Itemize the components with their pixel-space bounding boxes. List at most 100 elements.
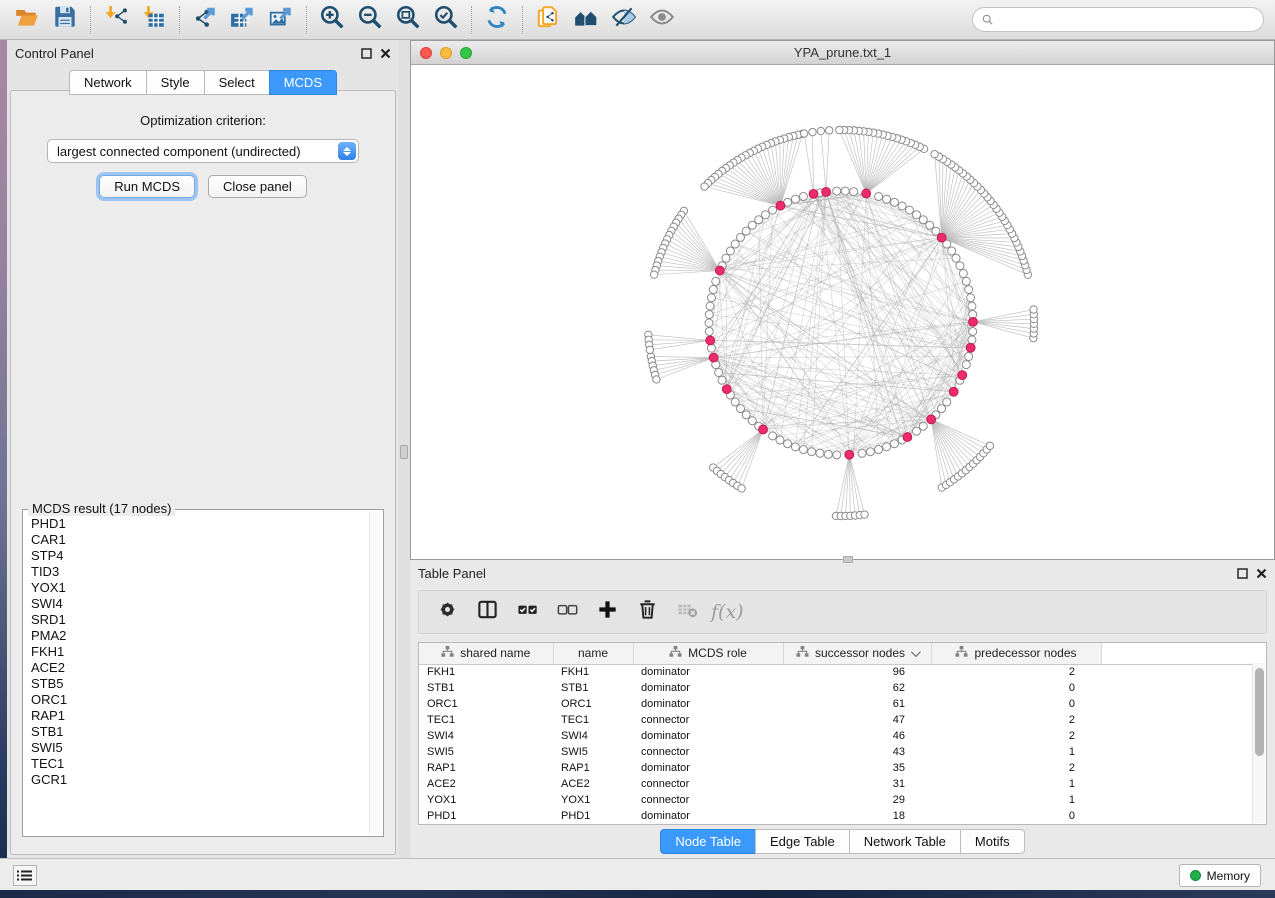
minimize-window-icon[interactable]: [440, 47, 452, 59]
application-window: Control Panel NetworkStyleSelectMCDS Opt…: [0, 0, 1275, 898]
search-input[interactable]: [998, 10, 1254, 30]
tab-select[interactable]: Select: [204, 70, 269, 95]
vertical-splitter[interactable]: [399, 40, 410, 858]
tab-network[interactable]: Network: [69, 70, 146, 95]
hide-selected-button[interactable]: [605, 3, 643, 37]
column-header-predecessor-nodes[interactable]: predecessor nodes: [931, 643, 1101, 664]
close-window-icon[interactable]: [420, 47, 432, 59]
mcds-node-item[interactable]: ORC1: [31, 692, 381, 708]
open-file-button[interactable]: [8, 3, 46, 37]
column-header-MCDS-role[interactable]: MCDS role: [633, 643, 783, 664]
deselect-all-button[interactable]: [549, 595, 585, 629]
table-row[interactable]: TEC1TEC1connector472: [419, 712, 1263, 728]
table-row[interactable]: FKH1FKH1dominator962: [419, 664, 1263, 680]
column-header-shared-name[interactable]: shared name: [419, 643, 553, 664]
table-row[interactable]: ACE2ACE2connector311: [419, 776, 1263, 792]
tab-motifs[interactable]: Motifs: [960, 829, 1025, 854]
tab-mcds[interactable]: MCDS: [269, 70, 337, 95]
cell: 1: [931, 744, 1101, 760]
mcds-node-item[interactable]: SWI4: [31, 596, 381, 612]
maximize-window-icon[interactable]: [460, 47, 472, 59]
mcds-node-item[interactable]: CAR1: [31, 532, 381, 548]
clone-network-button[interactable]: [529, 3, 567, 37]
table-x-icon: [676, 598, 699, 626]
horizontal-splitter-grip[interactable]: [843, 556, 853, 563]
close-panel-icon[interactable]: [380, 48, 391, 59]
export-network-button[interactable]: [186, 3, 224, 37]
memory-button[interactable]: Memory: [1179, 864, 1261, 887]
table-scrollbar-thumb[interactable]: [1255, 668, 1264, 756]
mcds-node-item[interactable]: STB1: [31, 724, 381, 740]
first-neighbors-button[interactable]: [567, 3, 605, 37]
table-row[interactable]: SWI5SWI5connector431: [419, 744, 1263, 760]
search-box[interactable]: [972, 7, 1264, 32]
node-table-grid[interactable]: shared namenameMCDS rolesuccessor nodesp…: [419, 643, 1263, 824]
mcds-node-item[interactable]: STP4: [31, 548, 381, 564]
export-image-button[interactable]: [262, 3, 300, 37]
close-panel-button[interactable]: Close panel: [208, 175, 307, 198]
mcds-result-scrollbar[interactable]: [369, 512, 381, 834]
run-mcds-button[interactable]: Run MCDS: [99, 175, 195, 198]
tab-node-table[interactable]: Node Table: [660, 829, 755, 854]
float-table-panel-icon[interactable]: [1237, 568, 1248, 579]
select-all-button[interactable]: [509, 595, 545, 629]
table-row[interactable]: RAP1RAP1dominator352: [419, 760, 1263, 776]
gear-icon: [436, 598, 459, 626]
table-row[interactable]: ORC1ORC1dominator610: [419, 696, 1263, 712]
cell: dominator: [633, 760, 783, 776]
import-table-button[interactable]: [135, 3, 173, 37]
save-icon: [52, 4, 78, 35]
cell: ACE2: [419, 776, 553, 792]
mcds-node-item[interactable]: TID3: [31, 564, 381, 580]
float-panel-icon[interactable]: [361, 48, 372, 59]
eye-slash-icon: [611, 4, 637, 35]
zoom-in-button[interactable]: [313, 3, 351, 37]
table-row[interactable]: PHD1PHD1dominator180: [419, 808, 1263, 824]
zoom-selected-button[interactable]: [427, 3, 465, 37]
task-history-button[interactable]: [13, 865, 37, 886]
mcds-node-item[interactable]: ACE2: [31, 660, 381, 676]
mcds-node-item[interactable]: SWI5: [31, 740, 381, 756]
tab-network-table[interactable]: Network Table: [849, 829, 960, 854]
show-all-button[interactable]: [643, 3, 681, 37]
clone-network-icon: [535, 4, 561, 35]
refresh-button[interactable]: [478, 3, 516, 37]
delete-column-button[interactable]: [629, 595, 665, 629]
network-canvas[interactable]: [411, 65, 1274, 559]
network-window-titlebar[interactable]: YPA_prune.txt_1: [411, 41, 1274, 65]
table-options-button[interactable]: [429, 595, 465, 629]
mcds-node-item[interactable]: STB5: [31, 676, 381, 692]
zoom-out-button[interactable]: [351, 3, 389, 37]
zoom-out-icon: [357, 4, 383, 35]
mcds-node-item[interactable]: RAP1: [31, 708, 381, 724]
mcds-node-item[interactable]: PHD1: [31, 516, 381, 532]
save-session-button[interactable]: [46, 3, 84, 37]
column-header-name[interactable]: name: [553, 643, 633, 664]
mcds-node-item[interactable]: SRD1: [31, 612, 381, 628]
table-panel-titlebar: Table Panel: [410, 560, 1275, 586]
table-row[interactable]: YOX1YOX1connector291: [419, 792, 1263, 808]
mcds-node-item[interactable]: TEC1: [31, 756, 381, 772]
table-row[interactable]: STB1STB1dominator620: [419, 680, 1263, 696]
tab-style[interactable]: Style: [146, 70, 204, 95]
criterion-dropdown[interactable]: largest connected component (undirected): [47, 139, 359, 163]
create-column-button[interactable]: [589, 595, 625, 629]
cell: 1: [931, 792, 1101, 808]
mcds-node-item[interactable]: GCR1: [31, 772, 381, 788]
export-table-button[interactable]: [224, 3, 262, 37]
table-row[interactable]: SWI4SWI4dominator462: [419, 728, 1263, 744]
mcds-node-item[interactable]: PMA2: [31, 628, 381, 644]
criterion-value: largest connected component (undirected): [57, 144, 301, 159]
column-header-successor-nodes[interactable]: successor nodes: [783, 643, 931, 664]
show-columns-button[interactable]: [469, 595, 505, 629]
tab-edge-table[interactable]: Edge Table: [755, 829, 849, 854]
table-scrollbar[interactable]: [1252, 663, 1265, 823]
splitter-grip[interactable]: [400, 445, 408, 459]
mcds-node-item[interactable]: FKH1: [31, 644, 381, 660]
close-table-panel-icon[interactable]: [1256, 568, 1267, 579]
columns-icon: [476, 598, 499, 626]
import-network-button[interactable]: [97, 3, 135, 37]
cell: 47: [783, 712, 931, 728]
mcds-node-item[interactable]: YOX1: [31, 580, 381, 596]
zoom-fit-button[interactable]: [389, 3, 427, 37]
